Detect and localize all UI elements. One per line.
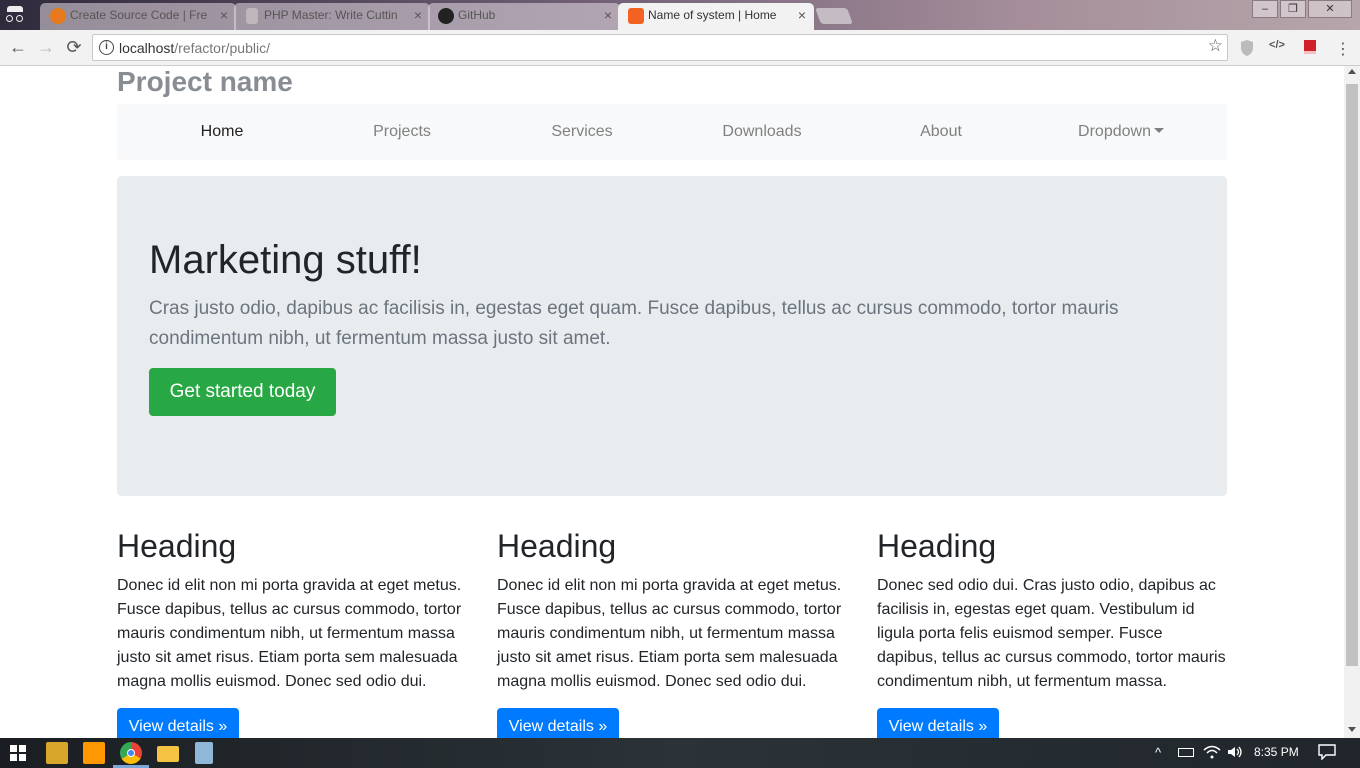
xampp-favicon — [628, 8, 644, 24]
tab-close-icon[interactable]: × — [414, 3, 422, 28]
book-extension-icon[interactable] — [1301, 39, 1319, 57]
feature-column: Heading Donec id elit non mi porta gravi… — [497, 526, 847, 738]
get-started-button[interactable]: Get started today — [149, 368, 336, 416]
tab-github[interactable]: GitHub × — [428, 3, 620, 30]
close-window-button[interactable]: ✕ — [1308, 0, 1352, 18]
column-heading: Heading — [117, 528, 237, 564]
menu-kebab-icon[interactable]: ⋮ — [1334, 39, 1352, 58]
nav-about[interactable]: About — [851, 104, 1031, 160]
url-path: /refactor/public/ — [174, 40, 270, 56]
url-text[interactable]: localhost/refactor/public/ — [119, 40, 270, 56]
github-favicon — [438, 8, 454, 24]
tab-title: Create Source Code | Fre — [70, 8, 208, 22]
tab-name-of-system-home[interactable]: Name of system | Home × — [618, 3, 814, 30]
source-code-favicon — [50, 8, 66, 24]
new-tab-button[interactable] — [815, 8, 853, 24]
window-controls: – ❐ ✕ — [1250, 0, 1352, 18]
back-button[interactable]: ← — [6, 36, 30, 60]
view-details-button[interactable]: View details » — [877, 708, 999, 738]
code-extension-icon[interactable]: </> — [1268, 39, 1286, 57]
view-details-button[interactable]: View details » — [497, 708, 619, 738]
info-icon[interactable]: i — [99, 40, 114, 55]
chrome-icon[interactable] — [120, 742, 142, 764]
battery-icon[interactable] — [1178, 748, 1194, 757]
tab-close-icon[interactable]: × — [220, 3, 228, 28]
column-heading: Heading — [877, 528, 997, 564]
feature-column: Heading Donec sed odio dui. Cras justo o… — [877, 526, 1227, 738]
document-favicon — [246, 8, 258, 24]
nav-projects[interactable]: Projects — [312, 104, 492, 160]
column-heading: Heading — [497, 528, 617, 564]
tab-title: PHP Master: Write Cuttin — [264, 8, 398, 22]
volume-icon[interactable] — [1226, 745, 1244, 762]
column-text: Donec id elit non mi porta gravida at eg… — [117, 577, 462, 690]
nav-dropdown[interactable]: Dropdown — [1031, 104, 1211, 160]
windows-start-icon[interactable] — [10, 745, 26, 761]
browser-toolbar: ← → ⟳ i localhost/refactor/public/ ☆ </>… — [0, 30, 1360, 66]
nav-downloads[interactable]: Downloads — [672, 104, 852, 160]
tab-close-icon[interactable]: × — [604, 3, 612, 28]
browser-tab-strip: Create Source Code | Fre × PHP Master: W… — [0, 0, 1360, 30]
incognito-icon — [4, 5, 26, 25]
jumbotron-heading: Marketing stuff! — [149, 238, 422, 282]
shield-extension-icon[interactable] — [1238, 39, 1256, 57]
site-navbar: Home Projects Services Downloads About D… — [117, 104, 1227, 160]
scrollbar-thumb[interactable] — [1346, 84, 1358, 666]
scroll-up-icon[interactable] — [1348, 69, 1356, 74]
bookmark-star-icon[interactable]: ☆ — [1208, 36, 1223, 56]
nav-dropdown-label: Dropdown — [1078, 123, 1151, 140]
clock[interactable]: 8:35 PM — [1254, 745, 1299, 759]
jumbotron: Marketing stuff! Cras justo odio, dapibu… — [117, 176, 1227, 496]
wifi-icon[interactable] — [1203, 745, 1221, 762]
column-text: Donec id elit non mi porta gravida at eg… — [497, 577, 842, 690]
site-brand[interactable]: Project name — [117, 66, 293, 98]
feature-column: Heading Donec id elit non mi porta gravi… — [117, 526, 467, 738]
tab-create-source-code[interactable]: Create Source Code | Fre × — [40, 3, 236, 30]
tab-title: Name of system | Home — [648, 8, 777, 22]
view-details-button[interactable]: View details » — [117, 708, 239, 738]
tray-chevron-icon[interactable]: ^ — [1155, 745, 1161, 760]
caret-down-icon — [1153, 128, 1164, 133]
sublime-text-icon[interactable] — [83, 742, 105, 764]
tab-close-icon[interactable]: × — [798, 3, 806, 28]
nav-services[interactable]: Services — [492, 104, 672, 160]
windows-taskbar: ^ 8:35 PM — [0, 738, 1360, 768]
forward-button[interactable]: → — [34, 36, 58, 60]
maximize-button[interactable]: ❐ — [1280, 0, 1306, 18]
tab-title: GitHub — [458, 8, 496, 22]
minimize-button[interactable]: – — [1252, 0, 1278, 18]
file-explorer-icon[interactable] — [157, 746, 179, 762]
column-text: Donec sed odio dui. Cras justo odio, dap… — [877, 577, 1226, 690]
web-page: Project name Home Projects Services Down… — [0, 66, 1344, 738]
scroll-down-icon[interactable] — [1348, 727, 1356, 732]
notepad-icon[interactable] — [195, 742, 213, 764]
nav-home[interactable]: Home — [132, 104, 312, 160]
address-bar[interactable]: i localhost/refactor/public/ ☆ — [92, 34, 1228, 61]
vertical-scrollbar[interactable] — [1344, 66, 1360, 738]
jumbotron-lead: Cras justo odio, dapibus ac facilisis in… — [149, 298, 1119, 349]
url-host: localhost — [119, 40, 175, 56]
file-zilla-icon[interactable] — [46, 742, 68, 764]
reload-button[interactable]: ⟳ — [62, 36, 86, 60]
notifications-icon[interactable] — [1318, 744, 1336, 763]
tab-php-master[interactable]: PHP Master: Write Cuttin × — [234, 3, 430, 30]
